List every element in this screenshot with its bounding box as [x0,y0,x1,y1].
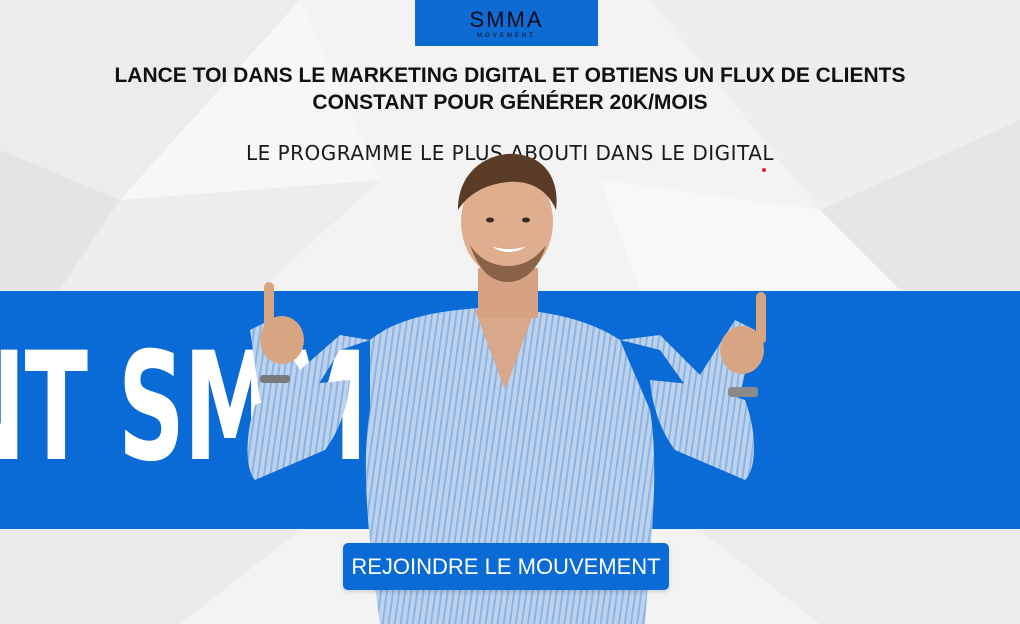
logo-tagline: MOVEMENT [477,32,536,39]
smma-logo[interactable]: SMMA MOVEMENT [415,0,598,46]
hero-headline-line1: LANCE TOI DANS LE MARKETING DIGITAL ET O… [114,64,906,87]
join-movement-button[interactable]: REJOINDRE LE MOUVEMENT [343,543,669,590]
logo-wordmark: SMMA [469,6,544,32]
hero-headline: LANCE TOI DANS LE MARKETING DIGITAL ET O… [40,62,980,116]
hero-headline-line2: CONSTANT POUR GÉNÉRER 20K/MOIS [312,91,708,114]
